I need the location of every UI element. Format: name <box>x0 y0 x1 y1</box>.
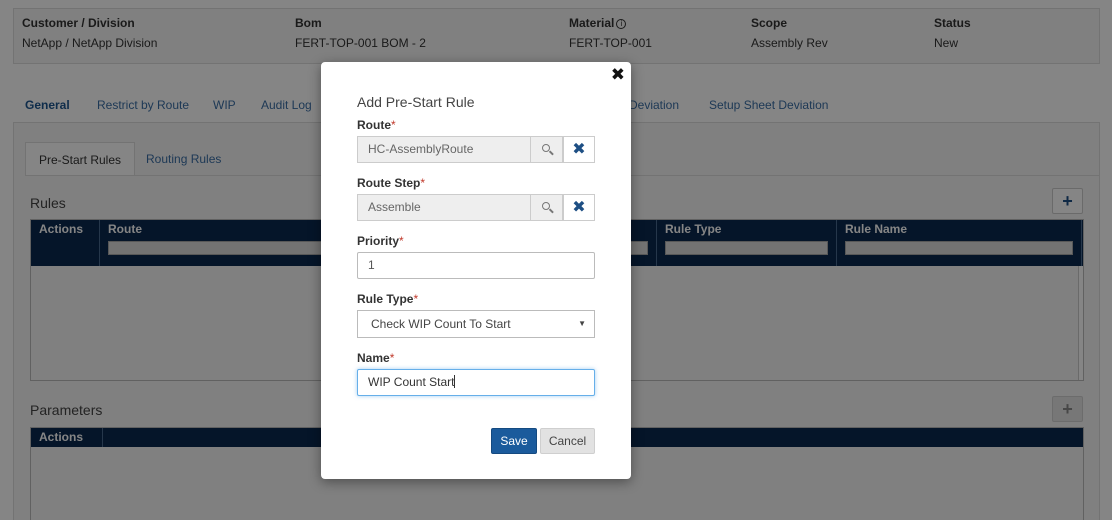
rule-type-field-label: Rule Type* <box>357 292 418 306</box>
rule-type-selected-value: Check WIP Count To Start <box>371 317 511 331</box>
name-label: Name <box>357 351 390 365</box>
route-label: Route <box>357 118 391 132</box>
route-search-button[interactable] <box>531 136 563 163</box>
close-icon[interactable]: ✖ <box>611 65 625 85</box>
required-marker: * <box>389 351 395 365</box>
chevron-down-icon: ▼ <box>578 319 586 328</box>
add-pre-start-rule-dialog: ✖ Add Pre-Start Rule Route* HC-AssemblyR… <box>321 62 631 479</box>
route-step-label: Route Step <box>357 176 421 190</box>
route-step-clear-button[interactable]: ✖ <box>563 194 595 221</box>
route-step-search-button[interactable] <box>531 194 563 221</box>
priority-field-label: Priority* <box>357 234 404 248</box>
rule-type-select[interactable]: Check WIP Count To Start ▼ <box>357 310 595 338</box>
required-marker: * <box>413 292 419 306</box>
route-clear-button[interactable]: ✖ <box>563 136 595 163</box>
route-field-label: Route* <box>357 118 396 132</box>
route-step-input[interactable]: Assemble <box>357 194 531 221</box>
route-step-field-label: Route Step* <box>357 176 425 190</box>
priority-label: Priority <box>357 234 400 248</box>
name-input-value: WIP Count Start <box>368 375 455 389</box>
route-input[interactable]: HC-AssemblyRoute <box>357 136 531 163</box>
route-step-lookup: Assemble ✖ <box>357 194 595 221</box>
save-button[interactable]: Save <box>491 428 537 454</box>
required-marker: * <box>420 176 426 190</box>
name-input[interactable]: WIP Count Start <box>357 369 595 396</box>
cancel-button[interactable]: Cancel <box>540 428 595 454</box>
search-icon-handle <box>549 208 554 214</box>
search-icon-handle <box>549 150 554 156</box>
dialog-title: Add Pre-Start Rule <box>357 94 475 110</box>
priority-input[interactable]: 1 <box>357 252 595 279</box>
rule-type-label: Rule Type <box>357 292 414 306</box>
route-lookup: HC-AssemblyRoute ✖ <box>357 136 595 163</box>
text-cursor <box>454 375 456 388</box>
required-marker: * <box>391 118 396 132</box>
required-marker: * <box>399 234 404 248</box>
name-field-label: Name* <box>357 351 394 365</box>
